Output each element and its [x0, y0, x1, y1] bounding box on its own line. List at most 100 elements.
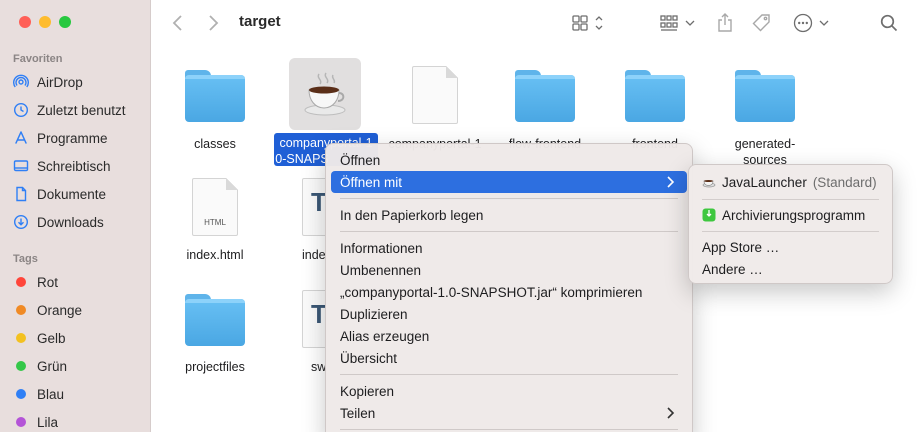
- submenu-item-label: JavaLauncher: [722, 174, 807, 190]
- desktop-icon: [13, 160, 29, 172]
- sidebar-item-recents[interactable]: Zuletzt benutzt: [13, 99, 148, 121]
- file-label: classes: [194, 137, 236, 151]
- sidebar-item-downloads[interactable]: Downloads: [13, 211, 148, 233]
- share-button[interactable]: [717, 12, 733, 34]
- back-button[interactable]: [172, 12, 184, 34]
- sidebar-item-label: Schreibtisch: [37, 158, 111, 174]
- file-label: inde: [302, 248, 325, 262]
- sidebar-item-label: Grün: [37, 358, 68, 374]
- group-icon: [660, 15, 695, 31]
- menu-separator: [340, 231, 678, 232]
- menu-item-make-alias[interactable]: Alias erzeugen: [331, 325, 687, 347]
- sidebar-tag-yellow[interactable]: Gelb: [13, 327, 148, 349]
- menu-item-info[interactable]: Informationen: [331, 237, 687, 259]
- menu-item-copy[interactable]: Kopieren: [331, 380, 687, 402]
- archive-utility-icon: [702, 208, 716, 222]
- generic-document-icon: [412, 66, 458, 124]
- menu-item-rename[interactable]: Umbenennen: [331, 259, 687, 281]
- menu-separator: [702, 199, 879, 200]
- sidebar-tag-blue[interactable]: Blau: [13, 383, 148, 405]
- search-button[interactable]: [880, 12, 898, 34]
- view-mode-button[interactable]: [572, 12, 606, 34]
- airdrop-icon: [13, 74, 29, 88]
- tag-dot-icon: [16, 305, 26, 315]
- menu-item-label: Übersicht: [340, 350, 398, 366]
- tag-dot-icon: [16, 417, 26, 427]
- window-title: target: [239, 13, 281, 30]
- sidebar-item-label: Programme: [37, 130, 108, 146]
- tag-icon: [752, 14, 770, 32]
- search-icon: [880, 14, 898, 32]
- chevron-right-icon: [667, 176, 675, 188]
- html-file-icon: HTML: [192, 178, 238, 236]
- submenu-item-label: Andere …: [702, 261, 763, 277]
- clock-icon: [13, 102, 29, 118]
- sidebar-tag-green[interactable]: Grün: [13, 355, 148, 377]
- menu-item-label: In den Papierkorb legen: [340, 207, 484, 223]
- toolbar: target: [152, 0, 918, 46]
- tag-button[interactable]: [752, 12, 772, 34]
- menu-item-quick-look[interactable]: Übersicht: [331, 347, 687, 369]
- file-extension-label: HTML: [204, 218, 226, 227]
- forward-button[interactable]: [207, 12, 219, 34]
- menu-item-duplicate[interactable]: Duplizieren: [331, 303, 687, 325]
- menu-separator: [340, 198, 678, 199]
- submenu-item-app-store[interactable]: App Store …: [702, 236, 779, 258]
- menu-item-open-with[interactable]: Öffnen mit: [331, 171, 687, 193]
- sidebar-item-label: Zuletzt benutzt: [37, 102, 126, 118]
- menu-item-open[interactable]: Öffnen: [331, 149, 687, 171]
- tag-dot-icon: [16, 361, 26, 371]
- chevron-left-icon: [172, 15, 182, 31]
- menu-separator: [702, 231, 879, 232]
- file-label-line2: 0-SNAPS: [275, 152, 329, 166]
- tags-heading: Tags: [13, 253, 38, 265]
- window-controls: [19, 16, 71, 28]
- sidebar-item-desktop[interactable]: Schreibtisch: [13, 155, 148, 177]
- submenu-item-javalauncher[interactable]: JavaLauncher (Standard): [702, 171, 877, 193]
- submenu-item-other[interactable]: Andere …: [702, 258, 763, 280]
- file-label-line1: generated-: [734, 137, 796, 151]
- file-label: sw: [311, 360, 325, 374]
- file-label: projectfiles: [185, 360, 245, 374]
- folder-icon: [735, 70, 795, 122]
- chevron-right-icon: [209, 15, 219, 31]
- favorites-heading: Favoriten: [13, 53, 63, 65]
- minimize-button[interactable]: [39, 16, 51, 28]
- apps-icon: [15, 131, 27, 144]
- menu-item-compress[interactable]: „companyportal-1.0-SNAPSHOT.jar“ komprim…: [331, 281, 687, 303]
- zoom-button[interactable]: [59, 16, 71, 28]
- menu-item-label: Alias erzeugen: [340, 328, 430, 344]
- submenu-item-archive-utility[interactable]: Archivierungsprogramm: [702, 204, 865, 226]
- file-item[interactable]: T sw: [290, 288, 325, 388]
- java-launcher-icon: [702, 180, 716, 188]
- sidebar-item-label: AirDrop: [37, 74, 83, 90]
- sidebar-item-applications[interactable]: Programme: [13, 127, 148, 149]
- action-menu-button[interactable]: [793, 12, 829, 34]
- menu-item-label: Duplizieren: [340, 306, 408, 322]
- sidebar-tag-red[interactable]: Rot: [13, 271, 148, 293]
- submenu-item-label: Archivierungsprogramm: [722, 207, 866, 223]
- java-coffee-icon: [301, 70, 349, 118]
- tag-dot-icon: [16, 333, 26, 343]
- group-button[interactable]: [660, 12, 696, 34]
- menu-item-trash[interactable]: In den Papierkorb legen: [331, 204, 687, 226]
- more-options-icon: [793, 13, 829, 33]
- sidebar-item-label: Downloads: [37, 214, 104, 230]
- close-button[interactable]: [19, 16, 31, 28]
- menu-item-label: „companyportal-1.0-SNAPSHOT.jar“ komprim…: [340, 284, 643, 300]
- folder-icon: [185, 294, 245, 346]
- folder-icon: [185, 70, 245, 122]
- tag-dot-icon: [16, 389, 26, 399]
- folder-icon: [625, 70, 685, 122]
- menu-item-label: Öffnen mit: [340, 174, 403, 190]
- sidebar-tag-orange[interactable]: Orange: [13, 299, 148, 321]
- folder-icon: [515, 70, 575, 122]
- context-menu: Öffnen Öffnen mit In den Papierkorb lege…: [325, 143, 693, 432]
- sidebar-item-documents[interactable]: Dokumente: [13, 183, 148, 205]
- sidebar-tag-purple[interactable]: Lila: [13, 411, 148, 432]
- menu-separator: [340, 374, 678, 375]
- file-item[interactable]: T inde: [290, 176, 325, 276]
- sidebar-item-airdrop[interactable]: AirDrop: [13, 71, 148, 93]
- menu-item-share[interactable]: Teilen: [331, 402, 687, 424]
- tag-dot-icon: [16, 277, 26, 287]
